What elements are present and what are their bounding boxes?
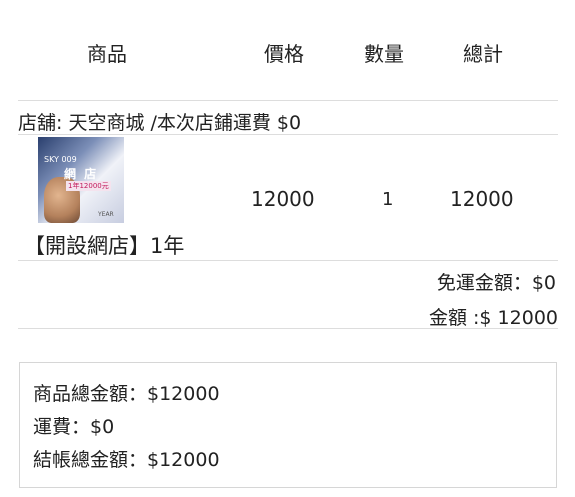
column-header-price: 價格 (264, 42, 304, 66)
shop-shipping-info: 店舖: 天空商城 /本次店鋪運費 $0 (18, 112, 302, 134)
item-quantity: 1 (382, 189, 394, 210)
product-name-link[interactable]: 【開設網店】1年 (24, 230, 184, 260)
thumbnail-price-badge: 1年12000元 (66, 181, 111, 191)
item-price: 12000 (251, 187, 315, 211)
divider (18, 260, 558, 261)
product-thumbnail[interactable]: SKY 009 網 店 1年12000元 YEAR (38, 137, 124, 223)
divider (18, 134, 558, 135)
thumbnail-code: SKY 009 (44, 155, 77, 164)
goods-total: 商品總金額：$12000 (33, 383, 220, 405)
column-header-total: 總計 (463, 42, 503, 66)
thumbnail-title: 網 店 (64, 167, 99, 181)
shipping-fee: 運費：$0 (33, 416, 115, 438)
order-summary-box: 商品總金額：$12000 運費：$0 結帳總金額：$12000 (19, 362, 557, 488)
checkout-total: 結帳總金額：$12000 (33, 449, 220, 471)
thumbnail-year: YEAR (98, 211, 114, 218)
column-header-product: 商品 (87, 42, 127, 66)
subtotal-amount: 金額 :$ 12000 (428, 307, 558, 329)
free-shipping-amount: 免運金額：$0 (436, 272, 556, 294)
column-header-quantity: 數量 (364, 42, 404, 66)
divider (18, 328, 558, 329)
divider (18, 100, 558, 101)
item-total: 12000 (450, 187, 514, 211)
